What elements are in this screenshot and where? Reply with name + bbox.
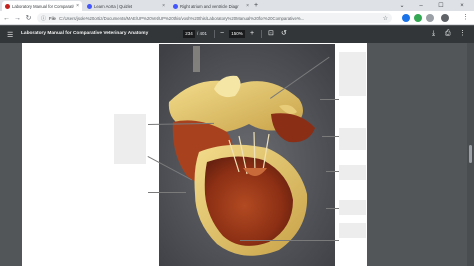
tab-label: Right atrium and ventricle Diagr bbox=[180, 3, 239, 9]
forward-icon[interactable]: → bbox=[13, 13, 22, 23]
tab-strip: Laboratory Manual for Comparative × Lear… bbox=[0, 0, 474, 11]
zoom-out-button[interactable]: − bbox=[220, 30, 224, 38]
label-leader-line bbox=[320, 99, 339, 100]
extensions-puzzle-icon[interactable] bbox=[426, 14, 434, 22]
extension-icon[interactable] bbox=[402, 14, 410, 22]
tab-label: Learn Aorta | Quizlet bbox=[94, 3, 133, 9]
print-icon[interactable]: ⎙ bbox=[445, 29, 451, 38]
tab-lab-manual[interactable]: Laboratory Manual for Comparative × bbox=[2, 1, 82, 11]
scrollbar-thumb[interactable] bbox=[469, 145, 472, 163]
zoom-in-button[interactable]: + bbox=[250, 30, 254, 38]
page-total: / 401 bbox=[197, 31, 208, 36]
label-leader-line bbox=[326, 171, 339, 172]
hamburger-icon[interactable]: ☰ bbox=[7, 31, 13, 39]
label-leader-line bbox=[326, 208, 339, 209]
back-icon[interactable]: ← bbox=[2, 13, 11, 23]
label-leader-line bbox=[322, 136, 339, 137]
info-icon[interactable]: ⓘ bbox=[41, 15, 46, 22]
page-number-input[interactable]: 234 bbox=[183, 30, 195, 38]
close-icon[interactable]: × bbox=[76, 3, 79, 9]
fit-page-icon[interactable]: ⊡ bbox=[268, 29, 274, 38]
quizlet-favicon-icon bbox=[87, 3, 92, 9]
browser-menu-icon[interactable]: ⋮ bbox=[462, 13, 469, 21]
maximize-icon[interactable]: ☐ bbox=[434, 0, 448, 11]
label-leader-line bbox=[148, 192, 186, 193]
rotate-icon[interactable]: ↺ bbox=[281, 29, 287, 38]
bookmark-star-icon[interactable]: ☆ bbox=[383, 15, 388, 22]
close-icon[interactable]: × bbox=[162, 3, 165, 9]
window-close-icon[interactable]: × bbox=[455, 0, 469, 11]
tab-search-icon[interactable]: ⌄ bbox=[395, 0, 409, 11]
close-icon[interactable]: × bbox=[246, 3, 249, 9]
tab-quizlet-aorta[interactable]: Learn Aorta | Quizlet × bbox=[84, 1, 168, 11]
tab-quizlet-diagram[interactable]: Right atrium and ventricle Diagr × bbox=[170, 1, 252, 11]
heart-illustration bbox=[159, 44, 335, 266]
hidden-label-box bbox=[339, 223, 366, 238]
reload-icon[interactable]: ↻ bbox=[24, 13, 33, 23]
profile-avatar[interactable] bbox=[441, 14, 449, 22]
hidden-label-box bbox=[339, 128, 366, 150]
hidden-label-box bbox=[339, 52, 366, 96]
address-bar[interactable]: ⓘ File C:/Users/jsole%20ortiz/Documents/… bbox=[37, 13, 392, 23]
hidden-label-box bbox=[339, 165, 366, 180]
more-vert-icon[interactable]: ⋮ bbox=[459, 29, 466, 38]
url-text: C:/Users/jsole%20ortiz/Documents/MAE/UP%… bbox=[58, 15, 305, 21]
hidden-label-box bbox=[114, 114, 146, 164]
download-icon[interactable]: ⤓ bbox=[432, 29, 435, 38]
new-tab-icon[interactable]: + bbox=[254, 1, 258, 10]
heart-dissection-photo bbox=[159, 44, 335, 266]
minimize-icon[interactable]: – bbox=[414, 0, 428, 11]
document-title: Laboratory Manual for Comparative Veteri… bbox=[21, 31, 149, 36]
tab-label: Laboratory Manual for Comparative bbox=[12, 3, 75, 9]
divider bbox=[214, 30, 215, 38]
quizlet-favicon-icon bbox=[173, 3, 178, 9]
zoom-level-input[interactable]: 150% bbox=[229, 30, 245, 38]
pdf-favicon-icon bbox=[5, 3, 10, 9]
hidden-label-box bbox=[339, 200, 366, 215]
divider bbox=[261, 30, 262, 38]
label-leader-line bbox=[240, 240, 339, 241]
pdf-toolbar: ☰ Laboratory Manual for Comparative Vete… bbox=[0, 26, 474, 43]
extension-icon[interactable] bbox=[414, 14, 422, 22]
url-scheme: File bbox=[49, 15, 56, 21]
browser-toolbar: ← → ↻ ⓘ File C:/Users/jsole%20ortiz/Docu… bbox=[0, 11, 474, 25]
